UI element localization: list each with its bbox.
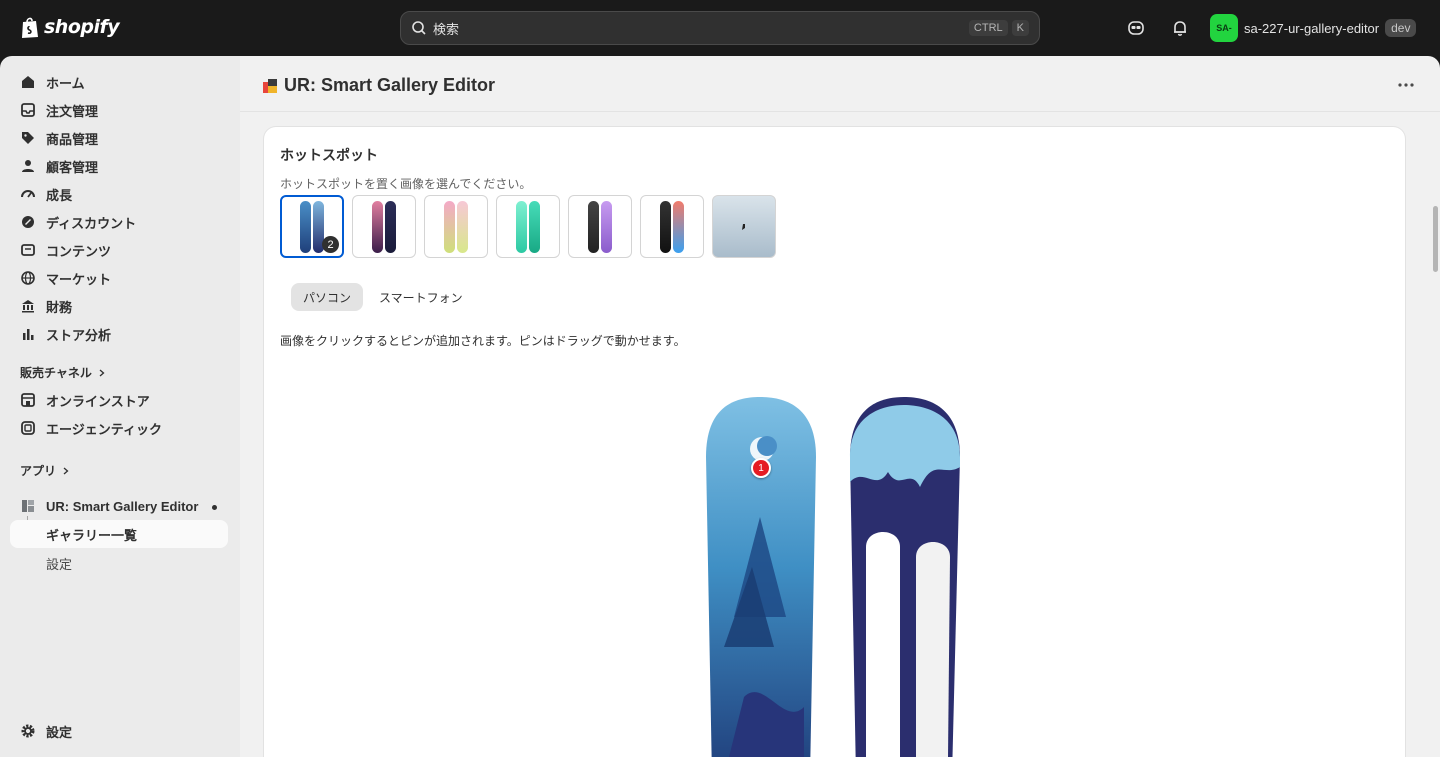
sidebar-item-label: 設定 <box>46 724 73 740</box>
hotspot-count-badge: 2 <box>322 236 339 253</box>
search-icon <box>412 21 426 35</box>
sales-channels-header[interactable]: 販売チャネル <box>20 364 106 381</box>
sidebar-item-label: コンテンツ <box>46 243 112 259</box>
sales-channels-label: 販売チャネル <box>20 366 92 380</box>
store-name: sa-227-ur-gallery-editor <box>1244 20 1380 36</box>
shopify-bag-icon <box>22 17 38 38</box>
thumbnail-7[interactable] <box>712 195 776 258</box>
globe-icon <box>20 270 36 286</box>
sidebar-item-products[interactable]: 商品管理 <box>10 124 228 152</box>
sidebar-item-content[interactable]: コンテンツ <box>10 236 228 264</box>
thumbnail-5[interactable] <box>568 195 632 258</box>
content-icon <box>20 242 36 258</box>
sidebar-item-label: 注文管理 <box>46 103 99 119</box>
sidebar-item-app-settings[interactable]: 設定 <box>46 554 72 573</box>
chart-icon <box>20 326 36 342</box>
app-logo-icon <box>263 79 277 93</box>
sidebar-item-label: 顧客管理 <box>46 159 99 175</box>
scrollbar-thumb[interactable] <box>1433 206 1438 272</box>
thumbnail-1[interactable]: 2 <box>280 195 344 258</box>
search-placeholder: 検索 <box>433 21 460 37</box>
image-thumbnails: 2 <box>280 195 776 258</box>
sidebar-item-online-store[interactable]: オンラインストア <box>10 386 228 414</box>
thumbnail-3[interactable] <box>424 195 488 258</box>
discount-icon <box>20 214 36 230</box>
sidebar-item-growth[interactable]: 成長 <box>10 180 228 208</box>
sidebar-item-label: ディスカウント <box>46 215 137 231</box>
inbox-icon <box>20 102 36 118</box>
search-bar[interactable]: 検索 CTRL K <box>400 11 1040 45</box>
store-menu[interactable]: SA- sa-227-ur-gallery-editor dev <box>1210 14 1417 42</box>
tab-smartphone[interactable]: スマートフォン <box>367 283 475 311</box>
sidebar-item-label: 商品管理 <box>46 131 99 147</box>
sidebar-item-gallery-list[interactable]: ギャラリー一覧 <box>10 520 228 548</box>
thumbnail-6[interactable] <box>640 195 704 258</box>
thumbnail-4[interactable] <box>496 195 560 258</box>
gauge-icon <box>20 186 36 202</box>
sidebar-item-label: 成長 <box>46 187 73 203</box>
tab-desktop[interactable]: パソコン <box>291 283 364 311</box>
store-avatar: SA- <box>1210 14 1238 42</box>
thumbnail-2[interactable] <box>352 195 416 258</box>
sidebar-item-app[interactable]: UR: Smart Gallery Editor <box>10 492 228 520</box>
sidebar-item-settings[interactable]: 設定 <box>10 717 228 745</box>
sidebar-item-agentic[interactable]: エージェンティック <box>10 414 228 442</box>
gear-icon <box>20 723 36 739</box>
sidebar-item-customers[interactable]: 顧客管理 <box>10 152 228 180</box>
sidebar: ホーム 注文管理 商品管理 顧客管理 成長 ディスカウント コンテンツ マーケッ… <box>0 56 240 757</box>
home-icon <box>20 74 36 90</box>
sidebar-item-label: ホーム <box>46 75 85 91</box>
top-bar: shopify 検索 CTRL K SA- sa-227-ur-gallery-… <box>0 0 1440 56</box>
hotspot-image-canvas[interactable]: 1 2 <box>704 397 964 757</box>
sidebar-item-label: エージェンティック <box>46 421 162 437</box>
notifications-button[interactable] <box>1168 16 1192 40</box>
store-icon <box>20 392 36 408</box>
chevron-right-icon <box>99 369 105 376</box>
sidebar-item-orders[interactable]: 注文管理 <box>10 96 228 124</box>
sidekick-button[interactable] <box>1124 16 1148 40</box>
app-pinned-dot <box>212 505 217 510</box>
card-help-text: ホットスポットを置く画像を選んでください。 <box>280 177 532 191</box>
chevron-right-icon <box>63 467 69 474</box>
apps-label: アプリ <box>20 464 57 478</box>
sidebar-item-finance[interactable]: 財務 <box>10 292 228 320</box>
hotspot-card: ホットスポット ホットスポットを置く画像を選んでください。 2 パソコン スマー… <box>264 127 1405 757</box>
sidebar-item-label: 財務 <box>46 299 73 315</box>
sidebar-item-label: UR: Smart Gallery Editor <box>46 498 199 514</box>
sidebar-item-home[interactable]: ホーム <box>10 68 228 96</box>
sidebar-item-label: オンラインストア <box>46 393 150 409</box>
logo-wordmark: shopify <box>44 16 120 38</box>
bank-icon <box>20 298 36 314</box>
tag-icon <box>20 130 36 146</box>
sidebar-item-analytics[interactable]: ストア分析 <box>10 320 228 348</box>
app-logo-icon <box>20 498 36 514</box>
person-icon <box>20 158 36 174</box>
sidebar-item-label: マーケット <box>46 271 112 287</box>
sidebar-item-label: ストア分析 <box>46 327 112 343</box>
sidebar-item-markets[interactable]: マーケット <box>10 264 228 292</box>
snowboarder-photo <box>742 223 745 230</box>
shortcut-key-k: K <box>1011 20 1029 36</box>
main-content: UR: Smart Gallery Editor ホットスポット ホットスポット… <box>240 56 1440 757</box>
device-tabs: パソコン スマートフォン <box>291 283 475 311</box>
bell-icon <box>1174 21 1186 36</box>
apps-header[interactable]: アプリ <box>20 462 70 479</box>
more-actions-icon[interactable] <box>1394 76 1418 94</box>
shopify-logo[interactable]: shopify <box>20 15 120 39</box>
env-badge: dev <box>1385 19 1417 37</box>
instruction-text: 画像をクリックするとピンが追加されます。ピンはドラッグで動かせます。 <box>280 334 686 348</box>
hotspot-pin[interactable]: 1 <box>751 458 771 478</box>
snowboard-image <box>706 397 960 757</box>
agentic-icon <box>20 420 36 436</box>
sidebar-item-label: ギャラリー一覧 <box>46 527 138 543</box>
sidekick-icon <box>1128 21 1144 35</box>
sidebar-item-label: 設定 <box>46 557 73 572</box>
app-header: UR: Smart Gallery Editor <box>240 56 1440 112</box>
card-title: ホットスポット <box>280 147 378 163</box>
shortcut-key-ctrl: CTRL <box>968 20 1008 36</box>
page-title: UR: Smart Gallery Editor <box>284 75 496 95</box>
sidebar-item-discounts[interactable]: ディスカウント <box>10 208 228 236</box>
